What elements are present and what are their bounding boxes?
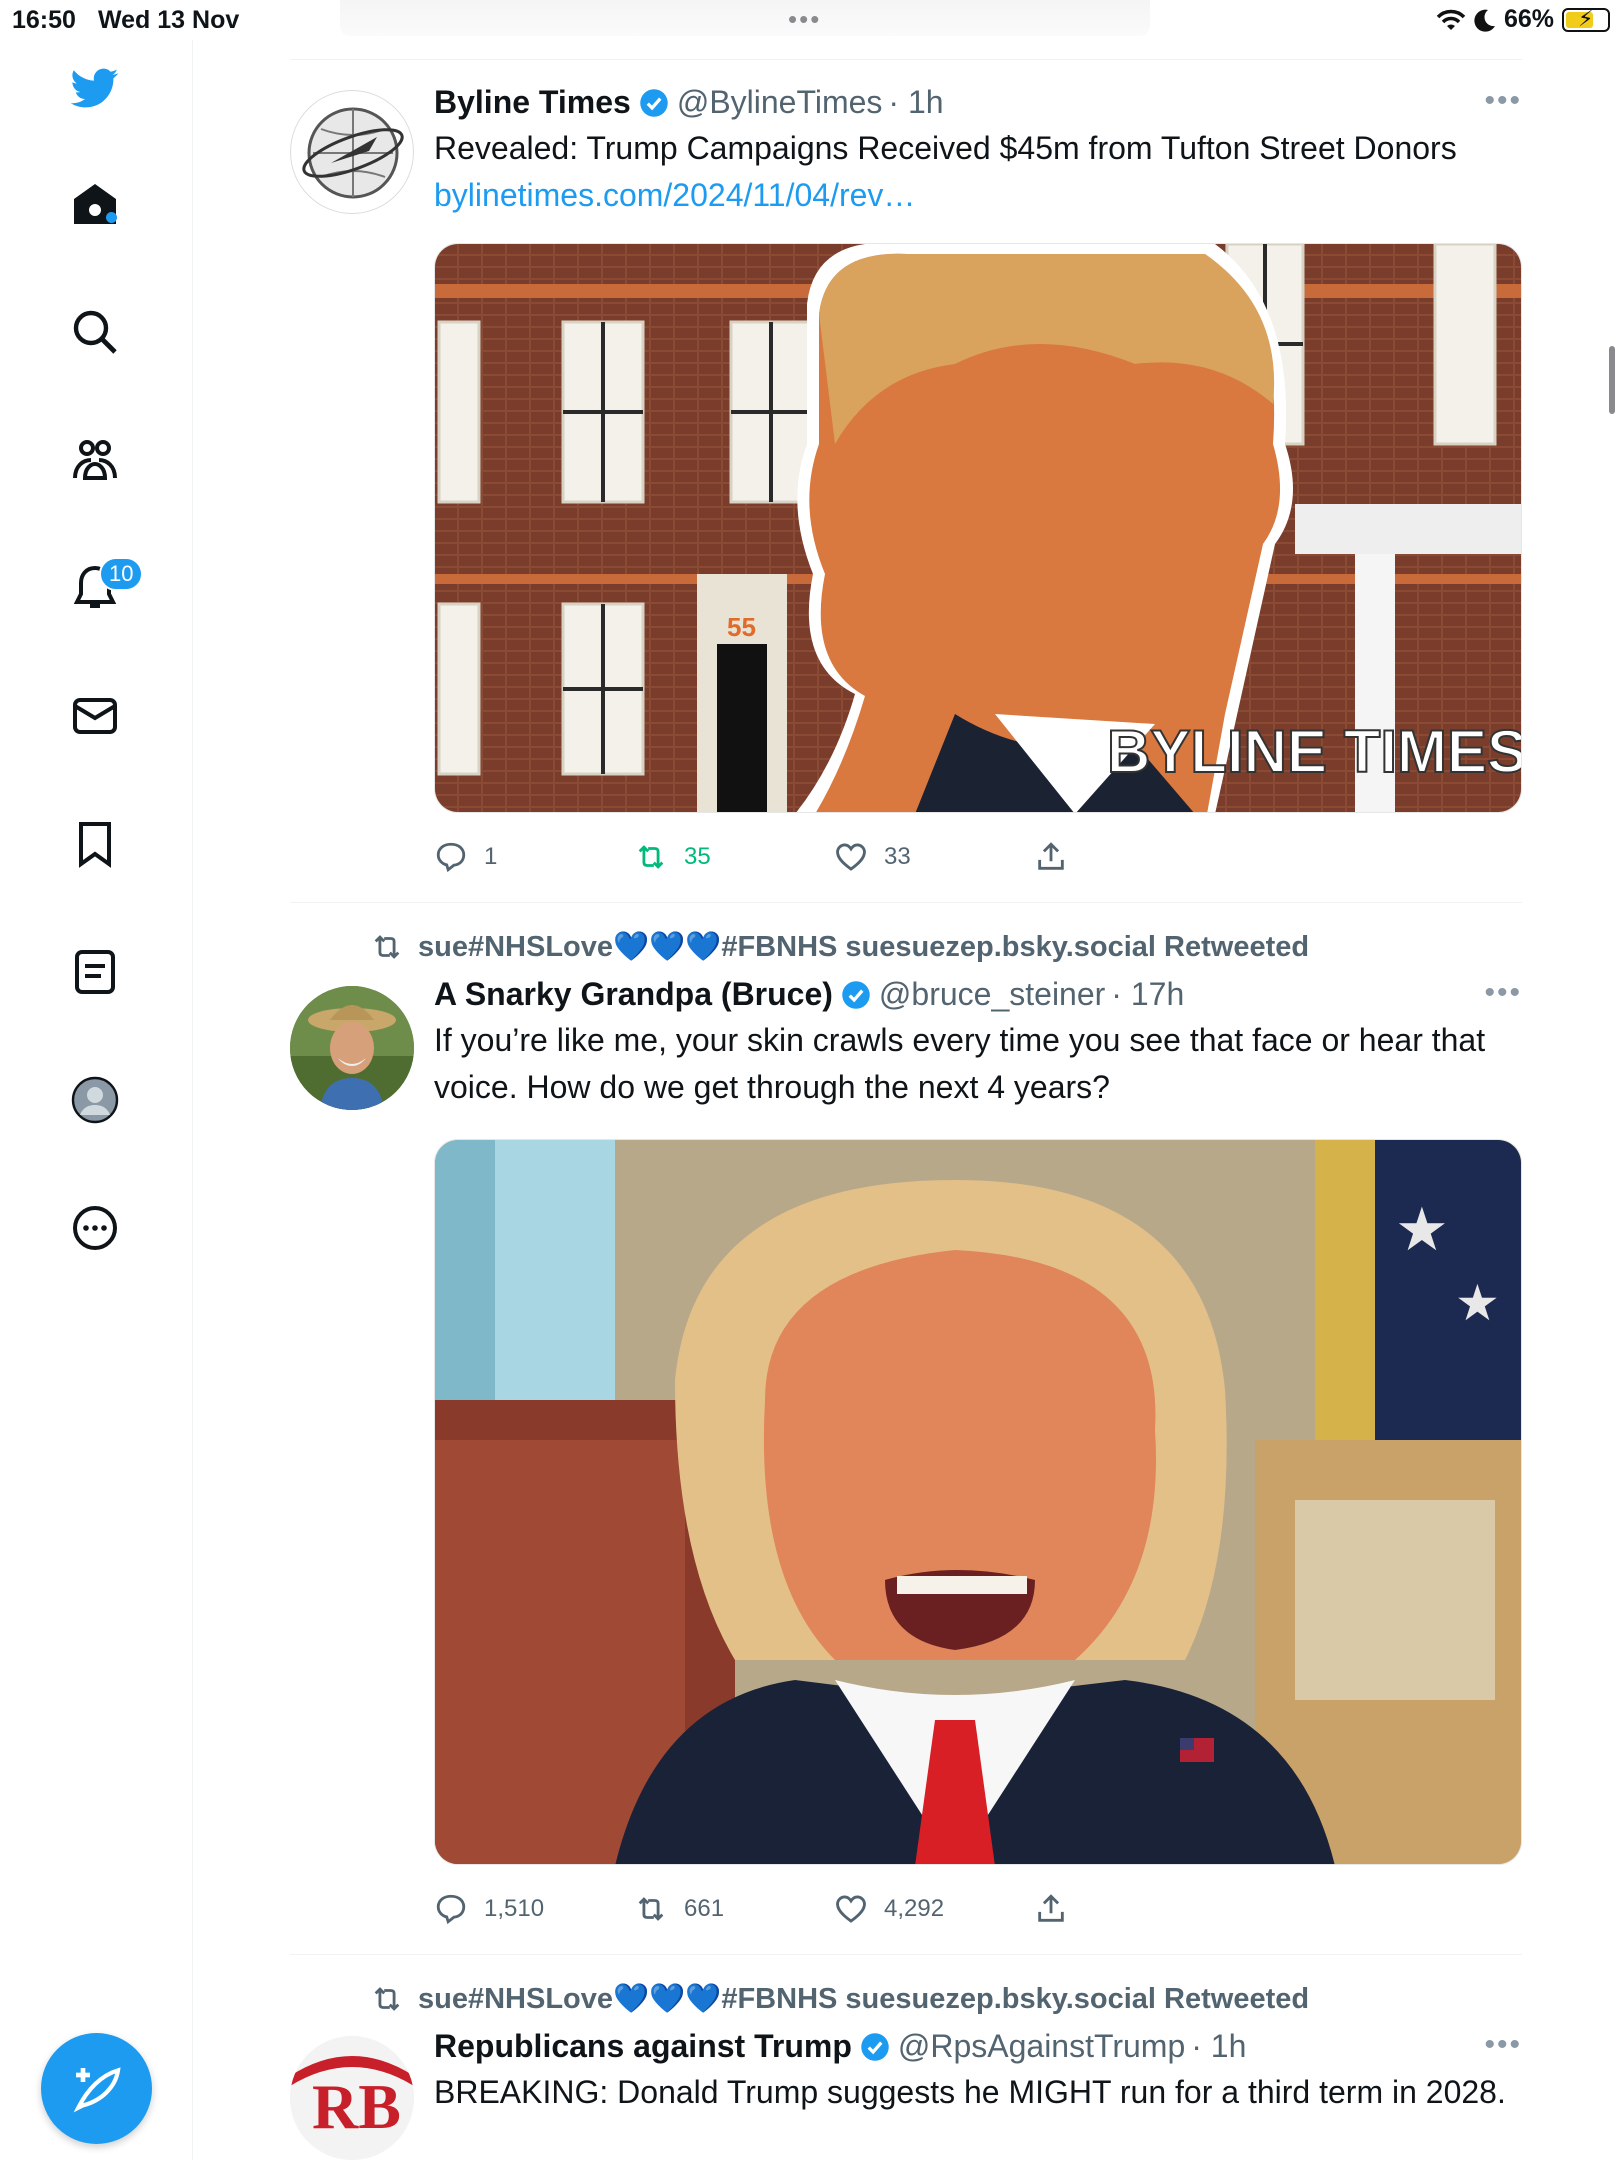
retweeted-by[interactable]: sue#NHSLove💙💙💙#FBNHS suesuezep.bsky.soci… (370, 1982, 1309, 2016)
tweet-header: Byline Times @BylineTimes · 1h (434, 84, 1522, 121)
heart-icon (836, 1895, 866, 1923)
scrollbar[interactable] (1609, 346, 1615, 414)
sidebar: 10 (0, 40, 193, 2160)
compose-button[interactable] (41, 2033, 152, 2144)
tweet-image[interactable]: 55 BYLINE TIMES (434, 243, 1522, 813)
status-date: Wed 13 Nov (98, 6, 240, 34)
tweet-header: A Snarky Grandpa (Bruce) @bruce_steiner … (434, 976, 1522, 1013)
reply-count: 1,510 (484, 1895, 545, 1922)
share-button[interactable] (1034, 1892, 1068, 1926)
divider (290, 59, 1522, 60)
tweet-time[interactable]: · 17h (1111, 976, 1184, 1013)
like-count: 4,292 (884, 1895, 945, 1922)
retweet-button[interactable]: 661 (634, 1892, 724, 1926)
svg-text:★: ★ (1455, 1274, 1500, 1332)
status-indicators: 66% ⚡ (1436, 5, 1610, 34)
communities-icon[interactable] (67, 432, 123, 488)
status-bar: 16:50 Wed 13 Nov ••• 66% ⚡ (0, 0, 1620, 40)
home-unread-dot (106, 212, 117, 223)
avatar[interactable] (290, 90, 414, 214)
retweet-icon (374, 1987, 400, 2011)
tweet-card[interactable]: Byline Times @BylineTimes · 1h ••• Revea… (290, 84, 1522, 873)
avatar[interactable] (290, 986, 414, 1110)
like-button[interactable]: 33 (834, 840, 911, 874)
more-options-icon[interactable]: ••• (1484, 2028, 1522, 2062)
share-icon (1038, 1894, 1064, 1922)
retweeted-by-text: sue#NHSLove💙💙💙#FBNHS suesuezep.bsky.soci… (418, 931, 1310, 963)
retweet-button[interactable]: 35 (634, 840, 711, 874)
more-options-icon[interactable]: ••• (1484, 976, 1522, 1010)
tweet-time[interactable]: · 1h (1191, 2028, 1246, 2065)
share-button[interactable] (1034, 840, 1068, 874)
multitasking-handle-icon[interactable]: ••• (788, 4, 821, 35)
tweet-header: Republicans against Trump @RpsAgainstTru… (434, 2028, 1522, 2065)
tweet-text: BREAKING: Donald Trump suggests he MIGHT… (434, 2074, 1506, 2110)
retweet-icon (374, 935, 400, 959)
retweeted-by[interactable]: sue#NHSLove💙💙💙#FBNHS suesuezep.bsky.soci… (370, 930, 1309, 964)
tweet-image[interactable]: ★ ★ (434, 1139, 1522, 1865)
status-time: 16:50 (12, 6, 76, 34)
battery-percent: 66% (1503, 5, 1554, 33)
reply-count: 1 (484, 843, 498, 870)
profile-icon[interactable] (67, 1072, 123, 1128)
author-name[interactable]: Republicans against Trump (434, 2028, 852, 2065)
retweet-count: 661 (684, 1895, 725, 1922)
battery-icon: ⚡ (1562, 6, 1610, 32)
verified-badge-icon (640, 88, 668, 117)
tweet-text: If you’re like me, your skin crawls ever… (434, 1022, 1486, 1105)
messages-icon[interactable] (67, 688, 123, 744)
reply-button[interactable]: 1,510 (434, 1892, 544, 1926)
divider (290, 902, 1522, 903)
like-button[interactable]: 4,292 (834, 1892, 944, 1926)
more-options-icon[interactable] (67, 1200, 123, 1256)
author-name[interactable]: Byline Times (434, 84, 631, 121)
tweet-card[interactable]: sue#NHSLove💙💙💙#FBNHS suesuezep.bsky.soci… (290, 1982, 1522, 2160)
tweet-actions: 1 35 33 (434, 840, 1134, 880)
author-name[interactable]: A Snarky Grandpa (Bruce) (434, 976, 833, 1013)
like-count: 33 (884, 843, 911, 870)
author-handle[interactable]: @RpsAgainstTrump (898, 2028, 1185, 2065)
tweet-card[interactable]: sue#NHSLove💙💙💙#FBNHS suesuezep.bsky.soci… (290, 930, 1522, 1930)
author-handle[interactable]: @bruce_steiner (879, 976, 1105, 1013)
verified-badge-icon (842, 980, 870, 1009)
compose-icon (73, 2066, 121, 2112)
divider (290, 1954, 1522, 1955)
retweeted-by-text: sue#NHSLove💙💙💙#FBNHS suesuezep.bsky.soci… (418, 1983, 1310, 2015)
tweet-time[interactable]: · 1h (888, 84, 943, 121)
notifications-badge: 10 (99, 557, 144, 591)
lists-icon[interactable] (67, 944, 123, 1000)
retweet-icon (638, 845, 664, 869)
search-icon[interactable] (67, 304, 123, 360)
reply-icon (436, 1894, 466, 1925)
tweet-text: Revealed: Trump Campaigns Received $45m … (434, 130, 1457, 166)
home-icon[interactable] (67, 176, 123, 232)
retweet-icon (638, 1897, 664, 1921)
share-icon (1038, 842, 1064, 870)
twitter-bird-icon[interactable] (67, 60, 123, 116)
svg-text:★: ★ (1395, 1195, 1449, 1265)
wifi-icon (1436, 9, 1466, 30)
multitasking-bar (340, 0, 1150, 36)
reply-icon (436, 842, 466, 873)
author-handle[interactable]: @BylineTimes (677, 84, 883, 121)
verified-badge-icon (861, 2032, 889, 2061)
bookmarks-icon[interactable] (67, 816, 123, 872)
tweet-link[interactable]: bylinetimes.com/2024/11/04/rev… (434, 172, 1522, 219)
avatar-lettering: RB (312, 2071, 401, 2142)
moon-icon (1474, 9, 1495, 32)
media-watermark: BYLINE TIMES (1107, 718, 1522, 785)
reply-button[interactable]: 1 (434, 840, 497, 874)
svg-text:55: 55 (727, 612, 756, 642)
avatar[interactable]: RB (290, 2036, 414, 2160)
retweet-count: 35 (684, 843, 711, 870)
heart-icon (836, 843, 866, 871)
more-options-icon[interactable]: ••• (1484, 84, 1522, 118)
tweet-actions: 1,510 661 4,292 (434, 1892, 1134, 1932)
